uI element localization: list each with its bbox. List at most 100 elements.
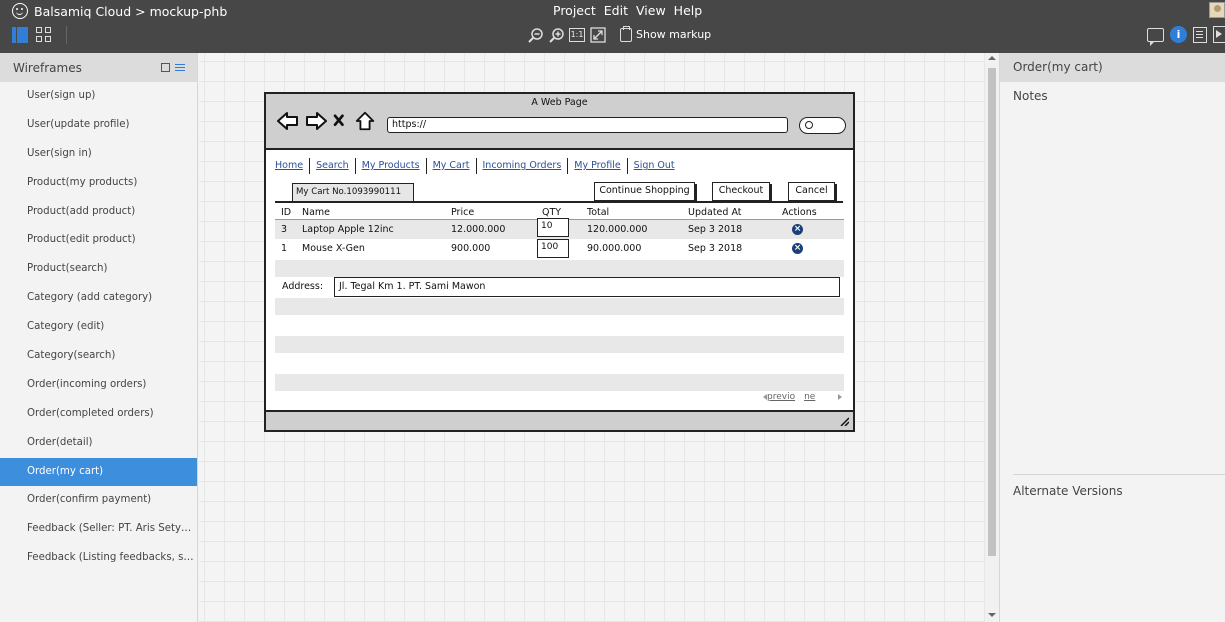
- browser-mockup[interactable]: A Web Page https:// Home Search My Produ…: [264, 92, 855, 432]
- cancel-button[interactable]: Cancel: [788, 182, 835, 201]
- address-input[interactable]: Jl. Tegal Km 1. PT. Sami Mawon: [334, 277, 840, 297]
- empty-row: [275, 336, 844, 353]
- notes-label[interactable]: Notes: [1013, 89, 1048, 103]
- wireframe-item[interactable]: Category (add category): [0, 284, 197, 313]
- cell-total: 120.000.000: [587, 224, 648, 235]
- wireframe-item[interactable]: Product(my products): [0, 169, 197, 198]
- nav-link-home[interactable]: Home: [274, 158, 311, 174]
- table-row[interactable]: 1 Mouse X-Gen 900.000 100 90.000.000 Sep…: [275, 239, 844, 258]
- cell-updated: Sep 3 2018: [688, 243, 743, 254]
- wireframe-item[interactable]: Product(edit product): [0, 226, 197, 255]
- resize-grip-icon[interactable]: [839, 416, 849, 426]
- cart-tab[interactable]: My Cart No.1093990111: [292, 183, 415, 201]
- column-header-actions: Actions: [782, 207, 817, 218]
- canvas-scrollbar[interactable]: [985, 53, 999, 622]
- column-header-name: Name: [302, 207, 331, 218]
- app-title[interactable]: Balsamiq Cloud > mockup-phb: [12, 3, 227, 19]
- menu-view[interactable]: View: [636, 3, 666, 18]
- wireframe-item[interactable]: User(update profile): [0, 111, 197, 140]
- app-toolbar: Balsamiq Cloud > mockup-phb Project Edit…: [0, 0, 1225, 53]
- properties-icon[interactable]: [1193, 26, 1207, 43]
- address-bar[interactable]: https://: [387, 117, 788, 133]
- presentation-icon[interactable]: [1213, 26, 1225, 43]
- wireframe-item[interactable]: Category(search): [0, 342, 197, 371]
- nav-link-my-products[interactable]: My Products: [356, 158, 427, 174]
- pager-next-link[interactable]: ne: [804, 392, 815, 402]
- wireframe-item[interactable]: Order(incoming orders): [0, 371, 197, 400]
- fit-to-window-icon[interactable]: [589, 26, 606, 43]
- scroll-thumb[interactable]: [988, 68, 996, 556]
- nav-link-my-cart[interactable]: My Cart: [427, 158, 477, 174]
- selected-wireframe-title: Order(my cart): [1000, 53, 1225, 82]
- menu-edit[interactable]: Edit: [604, 3, 628, 18]
- remove-item-icon[interactable]: ×: [792, 224, 803, 235]
- cell-id: 3: [281, 224, 288, 235]
- wireframe-item[interactable]: Product(search): [0, 255, 197, 284]
- alternate-versions-label[interactable]: Alternate Versions: [1013, 484, 1123, 498]
- balsamiq-logo-icon: [12, 3, 28, 19]
- wireframe-item[interactable]: User(sign in): [0, 140, 197, 169]
- cell-name: Mouse X-Gen: [302, 243, 365, 254]
- menu-help[interactable]: Help: [674, 3, 703, 18]
- main-menu: Project Edit View Help: [553, 3, 702, 18]
- zoom-tools: 1:1 Show markup: [527, 25, 711, 43]
- wireframe-item[interactable]: User(sign up): [0, 82, 197, 111]
- wireframe-item[interactable]: Order(completed orders): [0, 400, 197, 429]
- qty-input[interactable]: 100: [537, 239, 569, 258]
- empty-row: [275, 374, 844, 391]
- zoom-in-icon[interactable]: [548, 26, 565, 43]
- user-avatar[interactable]: [1209, 2, 1225, 18]
- browser-window-title: A Web Page: [531, 97, 588, 108]
- remove-item-icon[interactable]: ×: [792, 243, 803, 254]
- single-view-icon[interactable]: [12, 27, 28, 43]
- wireframe-item[interactable]: Feedback (Seller: PT. Aris Setyawa...: [0, 515, 197, 544]
- browser-nav-controls: [276, 110, 376, 132]
- actual-size-button[interactable]: 1:1: [569, 27, 585, 42]
- menu-project[interactable]: Project: [553, 3, 596, 18]
- cell-price: 900.000: [451, 243, 491, 254]
- next-arrow-icon[interactable]: [838, 394, 843, 400]
- wireframe-item[interactable]: Feedback (Listing feedbacks, selle...: [0, 544, 197, 573]
- column-header-total: Total: [587, 207, 610, 218]
- wireframe-item-selected[interactable]: Order(my cart): [0, 457, 197, 487]
- comments-icon[interactable]: [1147, 27, 1164, 46]
- show-markup-toggle[interactable]: Show markup: [620, 25, 711, 42]
- checkout-button[interactable]: Checkout: [712, 182, 770, 201]
- wireframe-list: User(sign up) User(update profile) User(…: [0, 82, 197, 573]
- list-view-icon[interactable]: [175, 63, 185, 72]
- scroll-up-icon[interactable]: [988, 56, 996, 60]
- wireframe-item[interactable]: Product(add product): [0, 198, 197, 227]
- browser-search-icon[interactable]: [799, 117, 846, 134]
- nav-link-my-profile[interactable]: My Profile: [568, 158, 628, 174]
- nav-link-search[interactable]: Search: [310, 158, 356, 174]
- wireframe-item[interactable]: Order(confirm payment): [0, 486, 197, 515]
- cell-price: 12.000.000: [451, 224, 506, 235]
- address-label: Address:: [282, 281, 324, 292]
- nav-link-incoming-orders[interactable]: Incoming Orders: [477, 158, 569, 174]
- back-arrow-icon[interactable]: [276, 110, 300, 132]
- stop-icon[interactable]: [332, 110, 350, 132]
- wireframe-item[interactable]: Order(detail): [0, 429, 197, 458]
- pagination: previo ne: [763, 392, 843, 402]
- home-icon[interactable]: [354, 110, 376, 132]
- forward-arrow-icon[interactable]: [304, 110, 328, 132]
- wireframes-title: Wireframes: [13, 60, 82, 75]
- nav-link-sign-out[interactable]: Sign Out: [628, 158, 681, 174]
- pager-prev-link[interactable]: previo: [767, 392, 795, 402]
- thumbnail-view-icon[interactable]: [161, 63, 170, 72]
- zoom-out-icon[interactable]: [527, 26, 544, 43]
- scroll-down-icon[interactable]: [988, 613, 996, 617]
- info-icon[interactable]: i: [1170, 26, 1187, 43]
- qty-input[interactable]: 10: [537, 218, 569, 237]
- project-breadcrumb: Balsamiq Cloud > mockup-phb: [34, 3, 228, 19]
- panel-divider: [1013, 474, 1225, 475]
- continue-shopping-button[interactable]: Continue Shopping: [594, 182, 695, 201]
- cart-table: ID Name Price QTY Total Updated At Actio…: [275, 206, 844, 258]
- tab-divider: [275, 201, 843, 203]
- table-row[interactable]: 3 Laptop Apple 12inc 12.000.000 10 120.0…: [275, 218, 844, 239]
- empty-row: [275, 298, 844, 315]
- wireframes-header: Wireframes: [0, 53, 197, 82]
- grid-view-icon[interactable]: [36, 27, 52, 43]
- cell-updated: Sep 3 2018: [688, 224, 743, 235]
- wireframe-item[interactable]: Category (edit): [0, 313, 197, 342]
